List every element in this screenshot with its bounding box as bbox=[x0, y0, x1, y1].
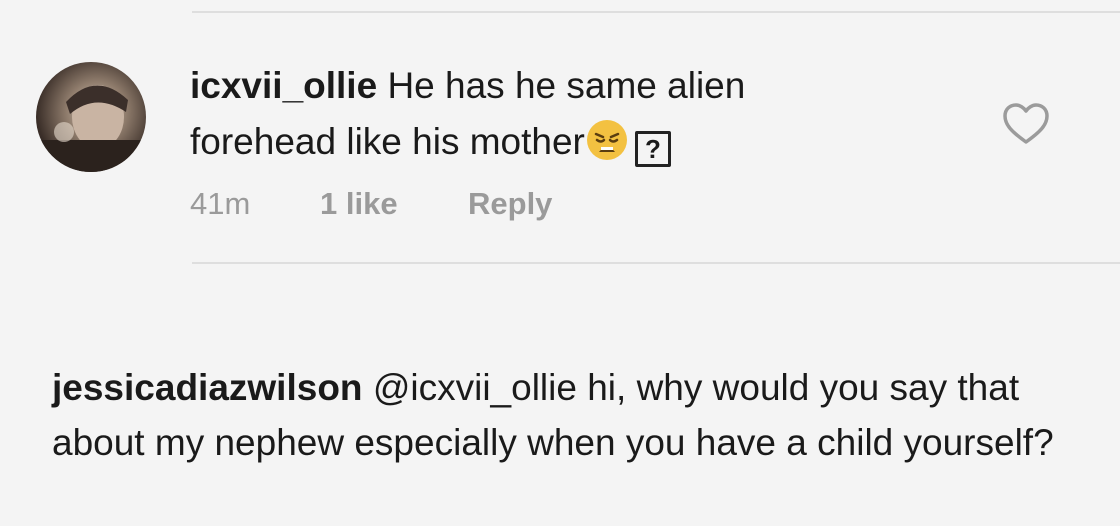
heart-outline-icon[interactable] bbox=[1002, 102, 1050, 146]
comment-body-line2: forehead like his mother bbox=[190, 121, 585, 162]
divider bbox=[192, 11, 1120, 13]
avatar[interactable] bbox=[36, 62, 146, 172]
comment-timestamp: 41m bbox=[190, 186, 251, 221]
comment-text: icxvii_ollie He has he same alien forehe… bbox=[190, 58, 910, 170]
comment-like-count[interactable]: 1 like bbox=[320, 186, 468, 222]
comment-username[interactable]: icxvii_ollie bbox=[190, 65, 377, 106]
comment-body-line1: He has he same alien bbox=[387, 65, 746, 106]
reply-button[interactable]: Reply bbox=[468, 186, 552, 222]
divider bbox=[192, 262, 1120, 264]
weary-face-emoji-icon bbox=[586, 120, 627, 160]
missing-glyph-icon: ? bbox=[634, 131, 671, 167]
reply-comment-username[interactable]: jessicadiazwilson bbox=[52, 367, 363, 408]
comment-meta: 41m 1 like Reply bbox=[190, 186, 552, 222]
reply-comment-text: jessicadiazwilson @icxvii_ollie hi, why … bbox=[52, 360, 1092, 470]
